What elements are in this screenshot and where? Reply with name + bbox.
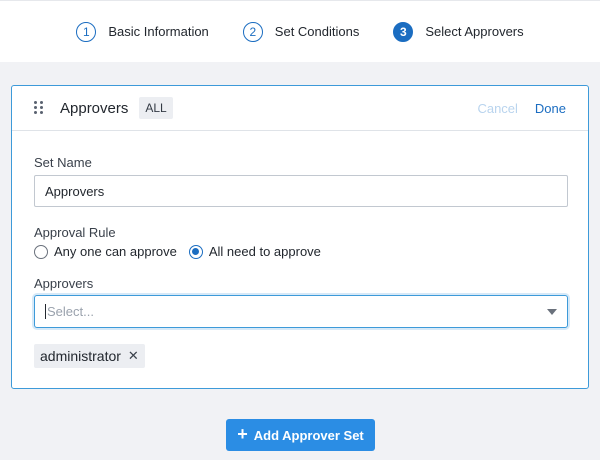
- wizard-stepper: 1 Basic Information 2 Set Conditions 3 S…: [0, 0, 600, 62]
- approver-set-card: Approvers ALL Cancel Done Set Name Appro…: [11, 85, 589, 389]
- approvers-label: Approvers: [34, 276, 94, 291]
- approvers-select-placeholder: Select...: [47, 304, 94, 319]
- set-name-input[interactable]: [34, 175, 568, 207]
- step-number: 1: [76, 21, 97, 42]
- chevron-down-icon[interactable]: [547, 309, 557, 315]
- step-basic-information[interactable]: 1 Basic Information: [76, 21, 209, 42]
- approver-tag: administrator ✕: [34, 344, 145, 368]
- radio-label: Any one can approve: [54, 244, 177, 259]
- step-label: Set Conditions: [274, 24, 360, 39]
- step-number: 3: [393, 21, 414, 42]
- step-label: Basic Information: [108, 24, 209, 39]
- radio-checked-icon: [188, 244, 203, 259]
- approval-mode-badge: ALL: [139, 97, 173, 119]
- done-button[interactable]: Done: [535, 101, 566, 116]
- add-approver-set-label: Add Approver Set: [253, 427, 364, 443]
- radio-unchecked-icon: [34, 244, 48, 259]
- header-actions: Cancel Done: [477, 86, 566, 131]
- set-name-label: Set Name: [34, 155, 92, 170]
- close-icon[interactable]: ✕: [128, 348, 139, 364]
- radio-label: All need to approve: [208, 244, 321, 259]
- approval-rule-label: Approval Rule: [34, 225, 116, 240]
- plus-icon: +: [237, 424, 248, 444]
- radio-all-need-to-approve[interactable]: All need to approve: [188, 244, 321, 259]
- drag-handle-icon[interactable]: [34, 101, 44, 115]
- step-number: 2: [242, 21, 263, 42]
- step-set-conditions[interactable]: 2 Set Conditions: [242, 21, 360, 42]
- card-title: Approvers: [60, 99, 129, 117]
- card-header: Approvers ALL Cancel Done: [12, 86, 588, 131]
- add-approver-set-button[interactable]: + Add Approver Set: [226, 419, 375, 451]
- text-cursor: [45, 304, 46, 319]
- cancel-button[interactable]: Cancel: [477, 101, 517, 116]
- step-label: Select Approvers: [425, 24, 524, 39]
- step-select-approvers[interactable]: 3 Select Approvers: [393, 21, 524, 42]
- approval-rule-options: Any one can approve All need to approve: [34, 244, 333, 259]
- approver-tag-label: administrator: [40, 348, 121, 364]
- radio-any-one-can-approve[interactable]: Any one can approve: [34, 244, 177, 259]
- approvers-select[interactable]: Select...: [34, 295, 568, 328]
